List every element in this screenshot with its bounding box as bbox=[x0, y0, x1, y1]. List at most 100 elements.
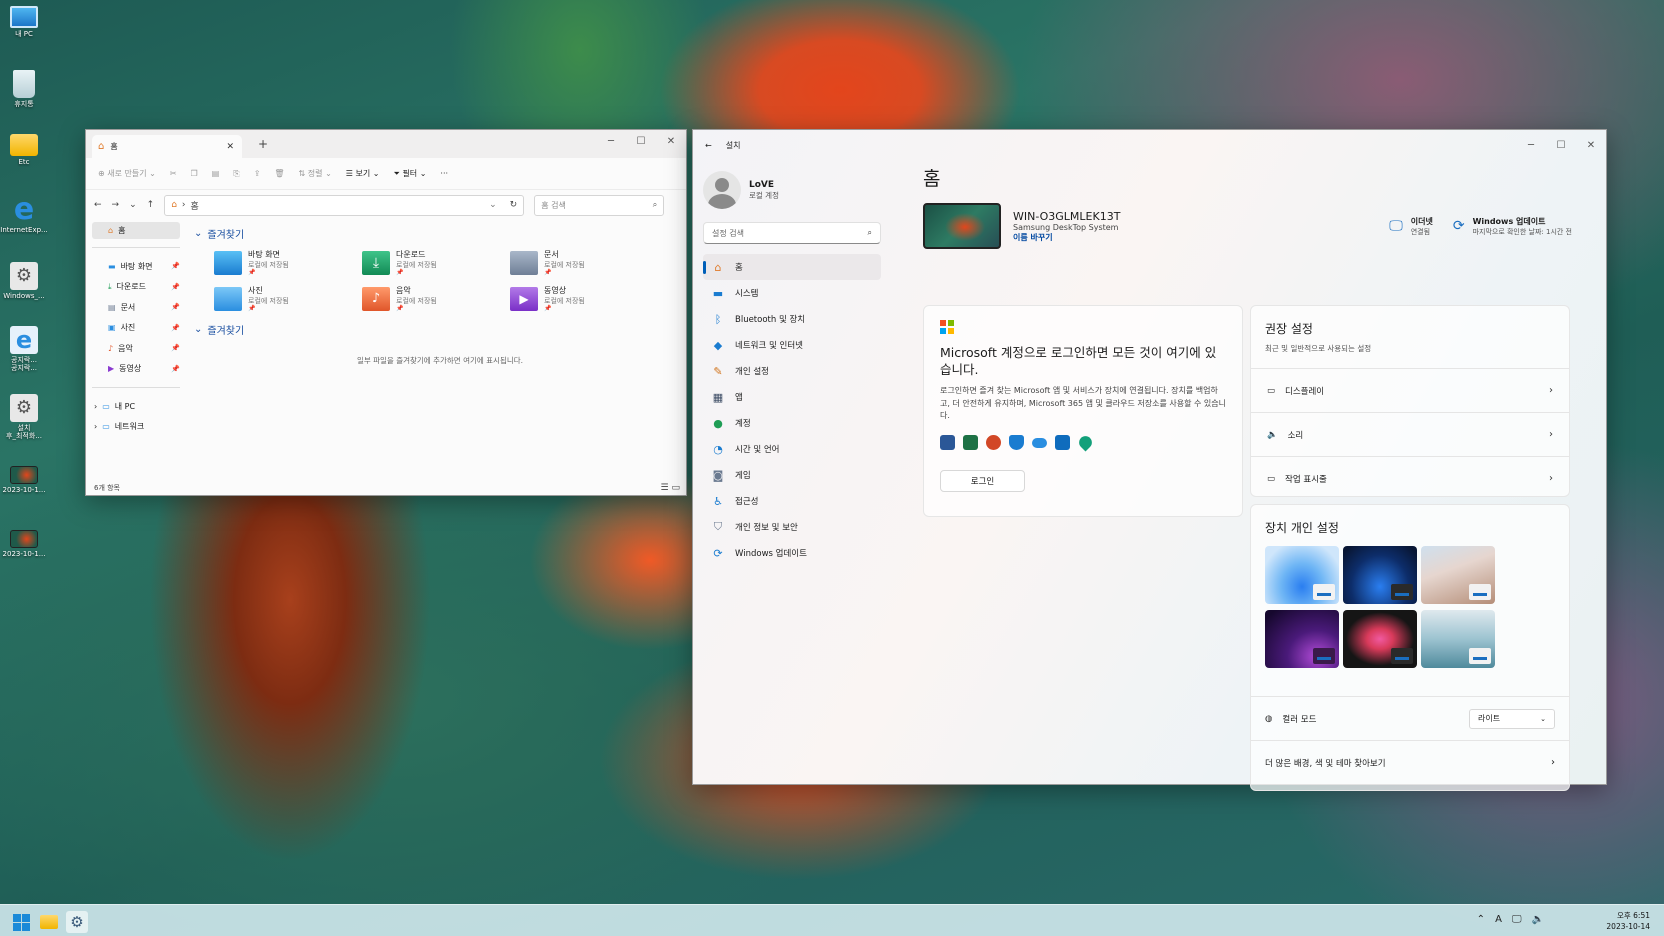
details-view-icon[interactable]: ☰ bbox=[661, 483, 669, 493]
nav-network[interactable]: ◆ 네트워크 및 인터넷 bbox=[703, 332, 881, 358]
back-icon[interactable]: ← bbox=[94, 200, 102, 210]
clock[interactable]: 오후 6:51 2023-10-14 bbox=[1606, 910, 1650, 932]
more-themes-row[interactable]: 더 많은 배경, 색 및 테마 찾아보기 › bbox=[1251, 740, 1569, 784]
desktop-icon-post-install[interactable]: ⚙ 설치 후_최적화... bbox=[0, 394, 48, 440]
windows-update-status[interactable]: ⟳ Windows 업데이트 마지막으로 확인한 날짜: 1시간 전 bbox=[1453, 216, 1572, 237]
volume-icon[interactable]: 🔈 bbox=[1532, 914, 1544, 925]
new-tab-button[interactable]: + bbox=[258, 137, 268, 151]
folder-pictures[interactable]: 사진 로컬에 저장됨 📌 bbox=[214, 285, 362, 312]
recent-dropdown-icon[interactable]: ⌄ bbox=[129, 200, 137, 210]
nav-item-desktop[interactable]: ▬ 바탕 화면 📌 bbox=[86, 256, 186, 277]
chevron-right-icon[interactable]: › bbox=[94, 402, 97, 411]
nav-item-music[interactable]: ♪ 음악 📌 bbox=[86, 338, 186, 359]
forward-icon[interactable]: → bbox=[112, 200, 120, 210]
theme-thumbnail[interactable] bbox=[1343, 610, 1417, 668]
desktop-icon-my-pc[interactable]: 내 PC bbox=[0, 6, 48, 38]
nav-item-this-pc[interactable]: › ▭ 내 PC bbox=[86, 396, 186, 417]
cut-icon[interactable]: ✂ bbox=[170, 169, 177, 178]
nav-home[interactable]: ⌂ 홈 bbox=[703, 254, 881, 280]
folder-downloads[interactable]: ⤓ 다운로드 로컬에 저장됨 📌 bbox=[362, 249, 510, 276]
address-row: ← → ⌄ ↑ ⌂ › 홈 ⌄ ↻ 홈 검색 ⌕ bbox=[86, 190, 686, 220]
nav-bluetooth[interactable]: ᛒ Bluetooth 및 장치 bbox=[703, 306, 881, 332]
nav-windows-update[interactable]: ⟳ Windows 업데이트 bbox=[703, 540, 881, 566]
start-button[interactable] bbox=[10, 911, 32, 933]
chevron-right-icon[interactable]: › bbox=[94, 422, 97, 431]
paste-icon[interactable]: ▤ bbox=[212, 169, 220, 178]
minimize-icon[interactable]: ─ bbox=[1516, 134, 1546, 156]
display-setting-row[interactable]: ▭ 디스플레이 › bbox=[1251, 368, 1569, 412]
desktop-icon-recycle-bin[interactable]: 휴지통 bbox=[0, 70, 48, 108]
up-icon[interactable]: ↑ bbox=[147, 200, 155, 210]
folder-desktop[interactable]: 바탕 화면 로컬에 저장됨 📌 bbox=[214, 249, 362, 276]
close-icon[interactable]: ✕ bbox=[1576, 134, 1606, 156]
close-icon[interactable]: ✕ bbox=[656, 130, 686, 152]
settings-search-input[interactable]: 설정 검색 ⌕ bbox=[703, 222, 881, 244]
desktop-icon-internet-explorer[interactable]: e InternetExp... bbox=[0, 195, 48, 235]
network-icon[interactable]: 🖵 bbox=[1512, 914, 1522, 925]
theme-thumbnail[interactable] bbox=[1265, 610, 1339, 668]
theme-thumbnail[interactable] bbox=[1421, 610, 1495, 668]
address-bar[interactable]: ⌂ › 홈 ⌄ ↻ bbox=[164, 194, 525, 216]
desktop-icon-windows-settings[interactable]: ⚙ Windows_... bbox=[0, 262, 48, 300]
sound-setting-row[interactable]: 🔈 소리 › bbox=[1251, 412, 1569, 456]
nav-item-videos[interactable]: ▶ 동영상 📌 bbox=[86, 359, 186, 380]
maximize-icon[interactable]: ☐ bbox=[1546, 134, 1576, 156]
ethernet-status[interactable]: 🖵 이더넷 연결됨 bbox=[1389, 216, 1433, 237]
nav-privacy[interactable]: ⛉ 개인 정보 및 보안 bbox=[703, 514, 881, 540]
rename-link[interactable]: 이름 바꾸기 bbox=[1013, 232, 1120, 243]
folder-music[interactable]: ♪ 음악 로컬에 저장됨 📌 bbox=[362, 285, 510, 312]
view-button[interactable]: ☰ 보기 ⌄ bbox=[346, 168, 380, 179]
new-button[interactable]: ⊕ 새로 만들기 ⌄ bbox=[98, 168, 156, 179]
theme-thumbnail[interactable] bbox=[1265, 546, 1339, 604]
refresh-icon[interactable]: ↻ bbox=[510, 200, 518, 210]
taskbar-settings[interactable]: ⚙ bbox=[66, 911, 88, 933]
minimize-icon[interactable]: ─ bbox=[596, 130, 626, 152]
chevron-down-icon[interactable]: ⌄ bbox=[489, 200, 497, 210]
login-button[interactable]: 로그인 bbox=[940, 469, 1025, 492]
search-input[interactable]: 홈 검색 ⌕ bbox=[534, 194, 665, 216]
desktop-icon-ie-shortcut[interactable]: e 공지락... 공지락... bbox=[0, 326, 48, 372]
sort-button[interactable]: ⇅ 정렬 ⌄ bbox=[299, 168, 332, 179]
nav-item-documents[interactable]: ▤ 문서 📌 bbox=[86, 297, 186, 318]
maximize-icon[interactable]: ☐ bbox=[626, 130, 656, 152]
nav-gaming[interactable]: ◙ 게임 bbox=[703, 462, 881, 488]
folder-videos[interactable]: ▶ 동영상 로컬에 저장됨 📌 bbox=[510, 285, 658, 312]
theme-thumbnail[interactable] bbox=[1421, 546, 1495, 604]
tiles-view-icon[interactable]: ▭ bbox=[671, 483, 680, 493]
user-profile[interactable]: LoVE 로컬 계정 bbox=[703, 170, 881, 210]
desktop-icon-etc[interactable]: Etc bbox=[0, 134, 48, 166]
taskbar-file-explorer[interactable] bbox=[38, 911, 60, 933]
taskbar-setting-row[interactable]: ▭ 작업 표시줄 › bbox=[1251, 456, 1569, 500]
folder-documents[interactable]: 문서 로컬에 저장됨 📌 bbox=[510, 249, 658, 276]
color-mode-select[interactable]: 라이트 ⌄ bbox=[1469, 708, 1555, 729]
nav-time-language[interactable]: ◔ 시간 및 언어 bbox=[703, 436, 881, 462]
ime-indicator[interactable]: A bbox=[1495, 914, 1502, 925]
nav-personalization[interactable]: ✎ 개인 설정 bbox=[703, 358, 881, 384]
nav-item-network[interactable]: › ▭ 네트워크 bbox=[86, 417, 186, 438]
theme-thumbnail[interactable] bbox=[1343, 546, 1417, 604]
personalize-card: 장치 개인 설정 ◍ 컬러 모드 라이트 ⌄ 더 많은 배경, 색 및 테마 찾… bbox=[1250, 504, 1570, 791]
nav-system[interactable]: ▬ 시스템 bbox=[703, 280, 881, 306]
nav-accessibility[interactable]: ♿ 접근성 bbox=[703, 488, 881, 514]
copy-icon[interactable]: ❐ bbox=[191, 169, 198, 178]
nav-item-pictures[interactable]: ▣ 사진 📌 bbox=[86, 318, 186, 339]
nav-item-downloads[interactable]: ⤓ 다운로드 📌 bbox=[86, 277, 186, 298]
close-tab-icon[interactable]: ✕ bbox=[226, 142, 234, 152]
chevron-up-icon[interactable]: ⌃ bbox=[1477, 914, 1485, 925]
file-explorer-window: ⌂ 홈 ✕ + ─ ☐ ✕ ⊕ 새로 만들기 ⌄ ✂ ❐ ▤ ⎘ ⇪ 🗑 ⇅ 정… bbox=[85, 129, 687, 496]
more-options-button[interactable]: ··· bbox=[440, 169, 448, 178]
nav-item-home[interactable]: ⌂ 홈 bbox=[92, 222, 180, 239]
filter-button[interactable]: ⏷ 필터 ⌄ bbox=[393, 168, 426, 179]
rename-icon[interactable]: ⎘ bbox=[233, 169, 239, 179]
videos-folder-icon: ▶ bbox=[510, 287, 538, 311]
favorites-header[interactable]: ⌄ 즐겨찾기 bbox=[194, 322, 686, 337]
back-icon[interactable]: ← bbox=[705, 141, 712, 150]
tab-home[interactable]: ⌂ 홈 ✕ bbox=[92, 135, 242, 158]
desktop-icon-image-1[interactable]: 2023-10-1... bbox=[0, 466, 48, 494]
nav-apps[interactable]: ▦ 앱 bbox=[703, 384, 881, 410]
nav-accounts[interactable]: ● 계정 bbox=[703, 410, 881, 436]
share-icon[interactable]: ⇪ bbox=[254, 169, 261, 178]
desktop-icon-image-2[interactable]: 2023-10-1... bbox=[0, 530, 48, 558]
quick-access-header[interactable]: ⌄ 즐겨찾기 bbox=[194, 226, 686, 241]
delete-icon[interactable]: 🗑 bbox=[274, 169, 284, 178]
